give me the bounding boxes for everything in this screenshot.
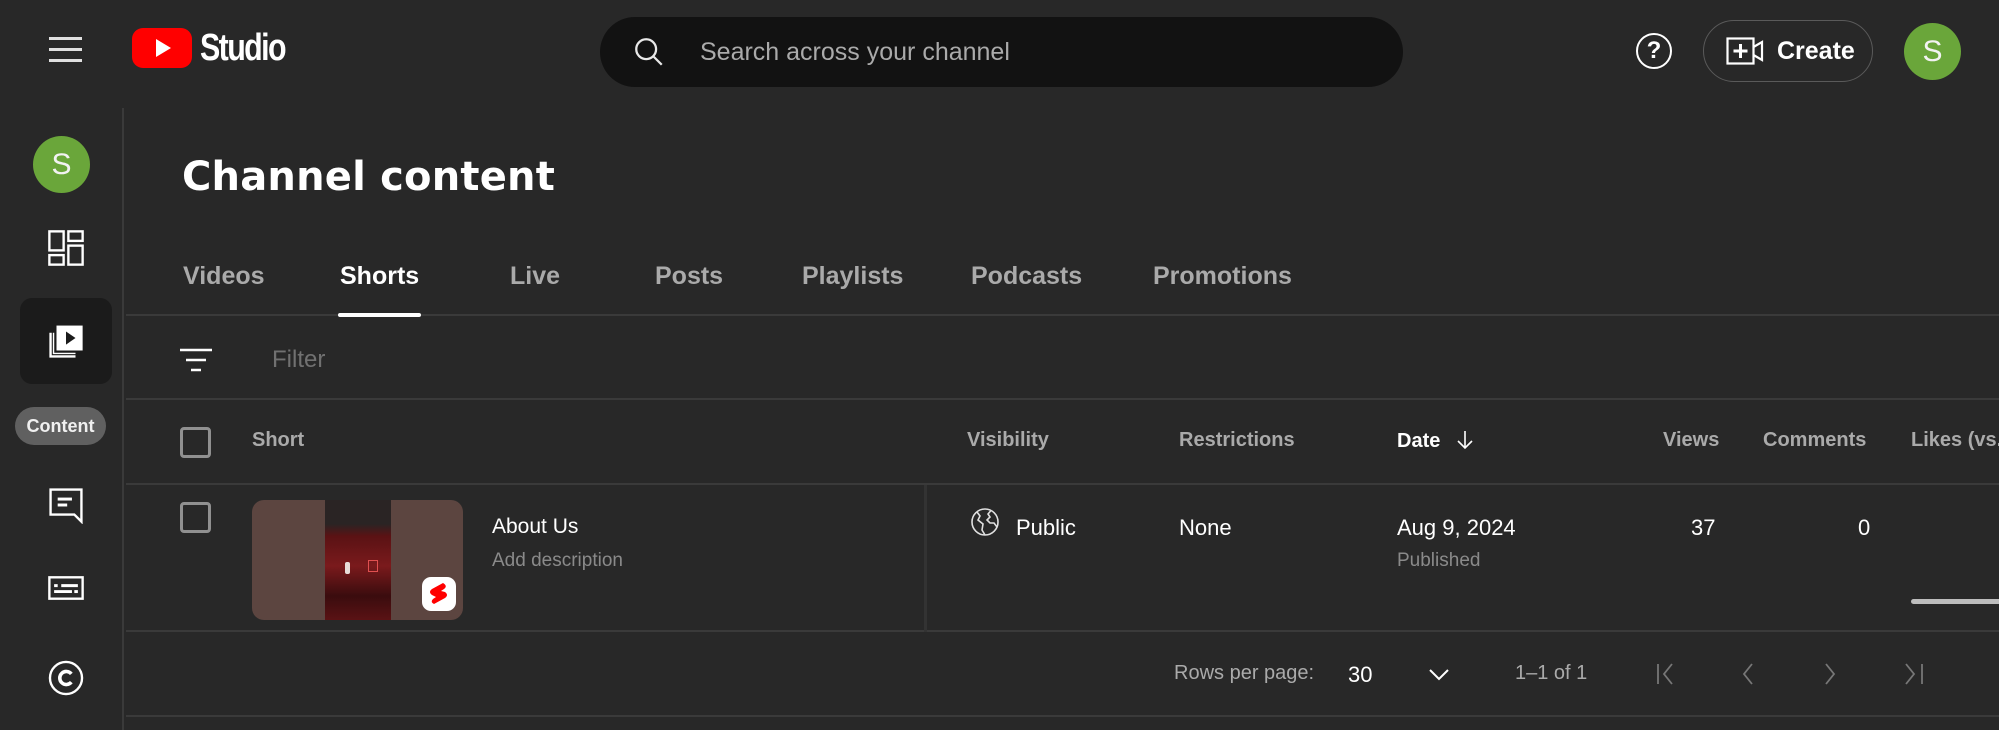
first-page-icon[interactable] (1650, 656, 1686, 692)
filter-bar (126, 316, 1999, 400)
create-label: Create (1777, 36, 1855, 65)
sidebar: S Content (0, 108, 124, 730)
pagination-range: 1–1 of 1 (1515, 662, 1588, 684)
search-icon (635, 38, 663, 66)
short-description[interactable]: Add description (492, 550, 623, 572)
table-row[interactable]: About Us Add description Public None Aug… (126, 485, 1999, 632)
filter-input[interactable] (272, 340, 1072, 380)
tab-shorts[interactable]: Shorts (337, 246, 422, 317)
hamburger-line (49, 59, 82, 62)
restrictions-value: None (1179, 515, 1232, 540)
tab-promotions[interactable]: Promotions (1153, 246, 1292, 316)
last-page-icon[interactable] (1894, 656, 1930, 692)
hamburger-line (49, 48, 82, 51)
help-button[interactable]: ? (1636, 33, 1672, 69)
sort-descending-icon (1457, 431, 1473, 450)
comments-icon (49, 488, 83, 524)
top-header: Studio ? Create S (0, 0, 1999, 108)
visibility-value[interactable]: Public (1016, 515, 1076, 541)
create-video-icon (1726, 37, 1764, 65)
column-header-likes[interactable]: Likes (vs. (1911, 429, 1999, 452)
short-title[interactable]: About Us (492, 515, 578, 539)
content-icon (49, 325, 83, 358)
sidebar-item-copyright[interactable] (20, 643, 112, 713)
channel-avatar-initial: S (51, 147, 72, 181)
tab-videos[interactable]: Videos (183, 246, 265, 316)
avatar-initial: S (1922, 34, 1943, 68)
main-content: Channel content Videos Shorts Live Posts… (126, 108, 1999, 730)
date-value: Aug 9, 2024 (1397, 515, 1516, 540)
menu-button[interactable] (46, 34, 86, 66)
copyright-icon (48, 660, 84, 696)
search-input[interactable] (700, 37, 1380, 67)
rows-per-page-label: Rows per page: (1174, 662, 1315, 684)
youtube-logo-icon (132, 28, 192, 68)
page-title: Channel content (182, 154, 556, 200)
column-header-short[interactable]: Short (252, 429, 304, 452)
tab-live[interactable]: Live (510, 246, 560, 316)
logo-text: Studio (200, 26, 287, 69)
sidebar-item-content[interactable] (20, 298, 112, 384)
rows-per-page-value: 30 (1348, 662, 1373, 687)
table-header: Short Visibility Restrictions Date Views… (126, 400, 1999, 485)
youtube-studio-logo[interactable]: Studio (132, 27, 306, 69)
column-header-date[interactable]: Date (1397, 429, 1476, 453)
column-header-comments[interactable]: Comments (1763, 429, 1866, 452)
sidebar-item-subtitles[interactable] (20, 553, 112, 623)
select-all-checkbox[interactable] (180, 427, 211, 458)
date-status: Published (1397, 550, 1481, 571)
comments-value: 0 (1858, 515, 1871, 540)
tab-podcasts[interactable]: Podcasts (971, 246, 1082, 316)
channel-avatar[interactable]: S (33, 136, 90, 193)
short-thumbnail[interactable] (252, 500, 463, 620)
pagination-bar: Rows per page: 30 1–1 of 1 (126, 632, 1999, 717)
filter-icon[interactable] (178, 346, 214, 374)
chevron-down-icon (1429, 669, 1449, 681)
thumbnail-image (325, 500, 391, 620)
sidebar-item-dashboard[interactable] (20, 213, 112, 283)
shorts-badge-icon (422, 577, 456, 611)
globe-icon (971, 508, 999, 536)
column-header-restrictions[interactable]: Restrictions (1179, 429, 1295, 452)
tab-posts[interactable]: Posts (655, 246, 723, 316)
help-icon: ? (1646, 37, 1662, 64)
sidebar-tooltip: Content (15, 407, 106, 445)
column-header-views[interactable]: Views (1663, 429, 1719, 452)
next-page-icon[interactable] (1812, 656, 1848, 692)
search-bar[interactable] (600, 17, 1403, 87)
dashboard-icon (48, 230, 84, 266)
tab-playlists[interactable]: Playlists (802, 246, 903, 316)
content-tabs: Videos Shorts Live Posts Playlists Podca… (126, 246, 1999, 317)
column-divider (924, 485, 927, 632)
sidebar-item-comments[interactable] (20, 470, 112, 540)
column-header-visibility[interactable]: Visibility (967, 429, 1049, 452)
create-button[interactable]: Create (1703, 20, 1873, 82)
views-value: 37 (1691, 515, 1716, 540)
hamburger-line (49, 37, 82, 40)
subtitles-icon (48, 576, 84, 600)
account-avatar[interactable]: S (1904, 23, 1961, 80)
rows-per-page-select[interactable]: 30 (1348, 654, 1458, 694)
row-checkbox[interactable] (180, 502, 211, 533)
column-header-date-label: Date (1397, 430, 1441, 452)
likes-ratio-bar (1911, 599, 1999, 604)
previous-page-icon[interactable] (1730, 656, 1766, 692)
